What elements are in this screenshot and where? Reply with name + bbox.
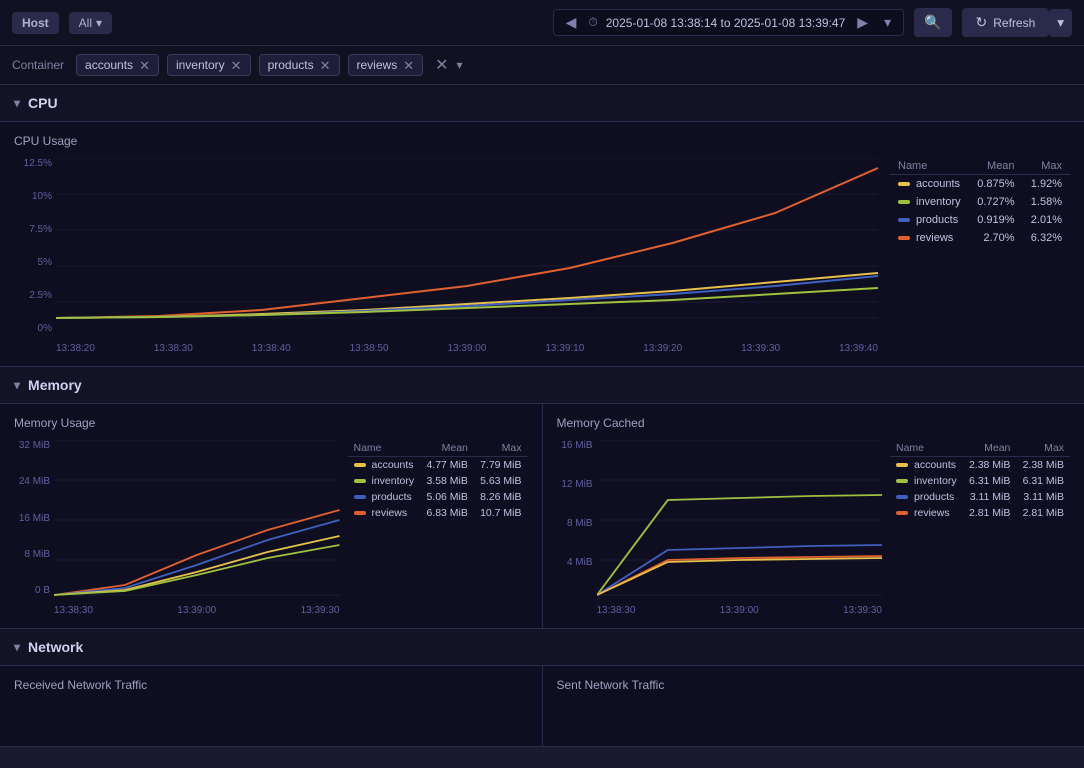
refresh-icon: ↻ <box>976 14 988 31</box>
zoom-button[interactable]: 🔍 <box>914 8 951 37</box>
all-button[interactable]: All ▾ <box>69 12 112 34</box>
clock-icon: ⏱ <box>588 15 597 30</box>
cpu-chart-title: CPU Usage <box>14 134 1070 148</box>
legend-row-reviews: reviews 6.83 MiB 10.7 MiB <box>348 505 528 521</box>
cpu-chart-plot: 13:38:20 13:38:30 13:38:40 13:38:50 13:3… <box>56 158 878 354</box>
filter-tag-accounts: accounts ✕ <box>76 54 159 76</box>
clear-all-filters-button[interactable]: ✕ <box>435 55 448 75</box>
filter-dropdown-icon: ▾ <box>457 58 463 72</box>
cpu-chart-svg-wrap: 12.5% 10% 7.5% 5% 2.5% 0% <box>14 158 878 354</box>
memory-cached-panel: Memory Cached 16 MiB 12 MiB 8 MiB 4 MiB <box>543 404 1084 628</box>
cpu-legend: Name Mean Max accounts 0.875% 1.92% inve… <box>890 158 1070 354</box>
legend-row-products: products 3.11 MiB 3.11 MiB <box>890 489 1070 505</box>
filter-tag-products: products ✕ <box>259 54 340 76</box>
memory-cached-x-axis: 13:38:30 13:39:00 13:39:30 <box>597 605 883 616</box>
memory-section-title: Memory <box>28 377 82 393</box>
time-dropdown-button[interactable]: ▾ <box>880 14 895 31</box>
remove-inventory-button[interactable]: ✕ <box>231 59 242 72</box>
cpu-x-axis: 13:38:20 13:38:30 13:38:40 13:38:50 13:3… <box>56 343 878 354</box>
remove-products-button[interactable]: ✕ <box>320 59 331 72</box>
memory-usage-title: Memory Usage <box>14 416 528 430</box>
memory-section-header[interactable]: ▾ Memory <box>0 367 1084 404</box>
cpu-y-axis: 12.5% 10% 7.5% 5% 2.5% 0% <box>14 158 52 334</box>
network-section: ▾ Network Received Network Traffic Sent … <box>0 629 1084 747</box>
memory-usage-x-axis: 13:38:30 13:39:00 13:39:30 <box>54 605 340 616</box>
container-label: Container <box>12 58 64 72</box>
filter-tag-inventory: inventory ✕ <box>167 54 251 76</box>
top-bar: Host All ▾ ◀ ⏱ 2025-01-08 13:38:14 to 20… <box>0 0 1084 46</box>
legend-row-inventory: inventory 0.727% 1.58% <box>890 193 1070 211</box>
legend-row-inventory: inventory 6.31 MiB 6.31 MiB <box>890 473 1070 489</box>
legend-row-products: products 5.06 MiB 8.26 MiB <box>348 489 528 505</box>
memory-cached-legend: Name Mean Max accounts 2.38 MiB 2.38 MiB… <box>890 440 1070 616</box>
refresh-button[interactable]: ↻ Refresh <box>962 8 1050 37</box>
memory-charts-row: Memory Usage 32 MiB 24 MiB 16 MiB 8 MiB … <box>0 404 1084 628</box>
cpu-chart-panel: CPU Usage 12.5% 10% 7.5% 5% 2.5% 0% <box>0 122 1084 366</box>
memory-cached-svg <box>597 440 883 600</box>
memory-cached-area: 16 MiB 12 MiB 8 MiB 4 MiB <box>557 440 1071 616</box>
memory-cached-title: Memory Cached <box>557 416 1071 430</box>
cpu-chevron-icon: ▾ <box>14 96 20 110</box>
refresh-dropdown-button[interactable]: ▾ <box>1049 9 1072 37</box>
filter-tag-reviews: reviews ✕ <box>348 54 424 76</box>
memory-usage-plot: 13:38:30 13:39:00 13:39:30 <box>54 440 340 616</box>
memory-chevron-icon: ▾ <box>14 378 20 392</box>
memory-cached-plot: 13:38:30 13:39:00 13:39:30 <box>597 440 883 616</box>
received-traffic-panel: Received Network Traffic <box>0 666 543 746</box>
sent-traffic-panel: Sent Network Traffic <box>543 666 1084 746</box>
time-next-button[interactable]: ▶ <box>853 14 872 31</box>
memory-usage-legend: Name Mean Max accounts 4.77 MiB 7.79 MiB… <box>348 440 528 616</box>
cpu-section: ▾ CPU CPU Usage 12.5% 10% 7.5% 5% 2.5% 0… <box>0 85 1084 367</box>
cpu-svg <box>56 158 878 338</box>
cpu-section-header[interactable]: ▾ CPU <box>0 85 1084 122</box>
cpu-chart-area: 12.5% 10% 7.5% 5% 2.5% 0% <box>14 158 1070 354</box>
filter-bar: Container accounts ✕ inventory ✕ product… <box>0 46 1084 85</box>
time-prev-button[interactable]: ◀ <box>562 14 581 31</box>
legend-row-reviews: reviews 2.81 MiB 2.81 MiB <box>890 505 1070 521</box>
network-chevron-icon: ▾ <box>14 640 20 654</box>
network-section-title: Network <box>28 639 83 655</box>
legend-row-accounts: accounts 2.38 MiB 2.38 MiB <box>890 457 1070 474</box>
memory-cached-y-axis: 16 MiB 12 MiB 8 MiB 4 MiB <box>557 440 593 596</box>
network-section-header[interactable]: ▾ Network <box>0 629 1084 666</box>
memory-usage-area: 32 MiB 24 MiB 16 MiB 8 MiB 0 B <box>14 440 528 616</box>
legend-row-inventory: inventory 3.58 MiB 5.63 MiB <box>348 473 528 489</box>
network-charts-row: Received Network Traffic Sent Network Tr… <box>0 666 1084 746</box>
time-range-bar: ◀ ⏱ 2025-01-08 13:38:14 to 2025-01-08 13… <box>553 9 905 36</box>
legend-row-reviews: reviews 2.70% 6.32% <box>890 229 1070 247</box>
memory-usage-y-axis: 32 MiB 24 MiB 16 MiB 8 MiB 0 B <box>14 440 50 596</box>
memory-usage-panel: Memory Usage 32 MiB 24 MiB 16 MiB 8 MiB … <box>0 404 543 628</box>
legend-row-products: products 0.919% 2.01% <box>890 211 1070 229</box>
remove-accounts-button[interactable]: ✕ <box>139 59 150 72</box>
remove-reviews-button[interactable]: ✕ <box>403 59 414 72</box>
memory-usage-svg-wrap: 32 MiB 24 MiB 16 MiB 8 MiB 0 B <box>14 440 340 616</box>
memory-cached-svg-wrap: 16 MiB 12 MiB 8 MiB 4 MiB <box>557 440 883 616</box>
sent-traffic-title: Sent Network Traffic <box>557 678 1071 692</box>
legend-row-accounts: accounts 4.77 MiB 7.79 MiB <box>348 457 528 474</box>
memory-section: ▾ Memory Memory Usage 32 MiB 24 MiB 16 M… <box>0 367 1084 629</box>
received-traffic-title: Received Network Traffic <box>14 678 528 692</box>
host-badge: Host <box>12 12 59 34</box>
legend-row-accounts: accounts 0.875% 1.92% <box>890 175 1070 194</box>
time-range-text: 2025-01-08 13:38:14 to 2025-01-08 13:39:… <box>606 16 846 30</box>
memory-usage-svg <box>54 440 340 600</box>
cpu-section-title: CPU <box>28 95 58 111</box>
all-dropdown-icon: ▾ <box>96 16 102 30</box>
